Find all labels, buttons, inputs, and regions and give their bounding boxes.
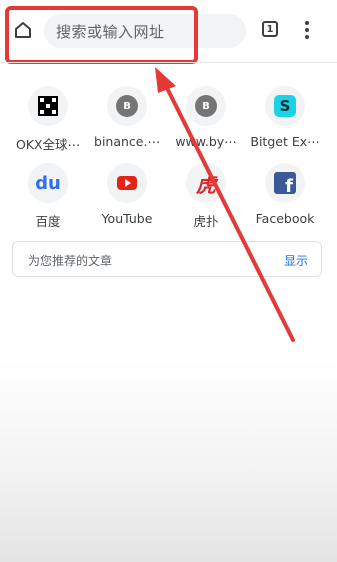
more-vert-icon [305,21,309,25]
toolbar-divider [0,62,337,63]
shortcut-label: Facebook [255,211,315,226]
shortcut-label: YouTube [101,211,153,226]
shortcut-youtube[interactable]: YouTube [90,163,164,233]
show-articles-button[interactable]: 显示 [284,252,308,269]
hupu-icon: 虎 [196,172,216,197]
okx-icon [38,96,58,116]
shortcut-facebook[interactable]: f Facebook [248,163,322,233]
tab-count: 1 [266,23,274,35]
baidu-icon: du [35,172,61,194]
recommended-articles-title: 为您推荐的文章 [28,254,113,268]
shortcut-label: binance.⋯ [94,134,160,149]
shortcut-binance[interactable]: B binance.⋯ [90,86,164,156]
tab-switcher-button[interactable]: 1 [262,21,278,37]
shortcut-bitget[interactable]: S Bitget Ex⋯ [248,86,322,156]
facebook-icon: f [274,172,296,194]
shortcut-label: OKX全球⋯ [15,137,81,152]
annotation-highlight-box [5,6,198,64]
shortcut-label: 百度 [35,214,61,229]
shortcut-label: Bitget Ex⋯ [250,134,320,149]
bitget-icon: S [274,95,296,117]
shortcut-okx[interactable]: OKX全球⋯ [11,86,85,156]
shortcut-hupu[interactable]: 虎 虎扑 [169,163,243,233]
letter-b-icon: B [116,95,138,117]
recommended-articles-bar: 为您推荐的文章 显示 [12,241,322,277]
shortcut-bybit[interactable]: B www.by⋯ [169,86,243,156]
shortcut-label: www.by⋯ [175,134,237,149]
menu-button[interactable] [300,18,314,42]
letter-b-icon: B [195,95,217,117]
youtube-icon [117,176,137,190]
shortcut-label: 虎扑 [193,214,219,229]
annotation-arrow [155,67,295,342]
shortcut-baidu[interactable]: du 百度 [11,163,85,233]
